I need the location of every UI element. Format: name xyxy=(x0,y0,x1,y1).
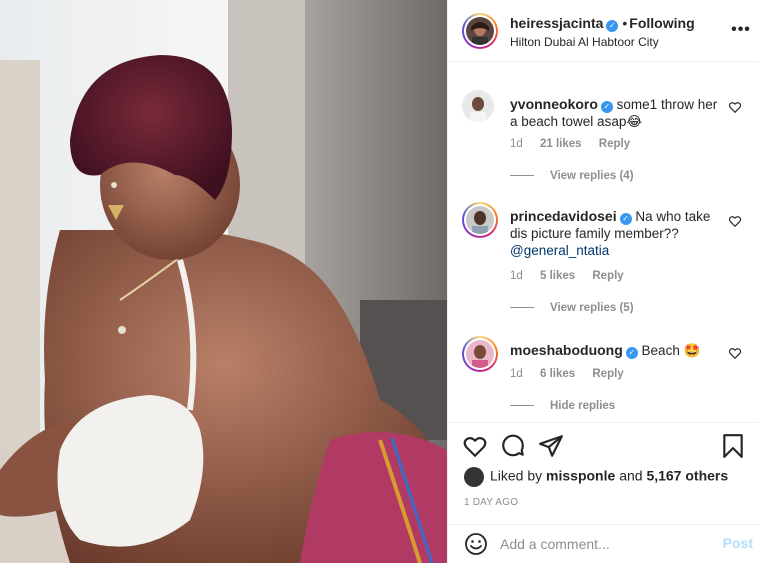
comment-body: Beach 🤩 xyxy=(641,343,701,358)
view-replies-label: View replies (5) xyxy=(550,302,634,314)
replies-line xyxy=(510,405,534,407)
share-paper-plane-icon[interactable] xyxy=(538,433,564,459)
post-location[interactable]: Hilton Dubai Al Habtoor City xyxy=(510,35,659,49)
likes-count-others[interactable]: 5,167 others xyxy=(646,468,728,484)
save-bookmark-icon[interactable] xyxy=(720,433,746,459)
like-heart-icon[interactable] xyxy=(462,433,488,459)
view-replies-label: View replies (4) xyxy=(550,170,634,182)
commenter-avatar[interactable] xyxy=(462,90,494,122)
liker-username[interactable]: missponle xyxy=(546,468,615,484)
comment-text: yvonneokoro ✓ some1 throw her a beach tow… xyxy=(510,96,720,130)
like-comment-heart-icon[interactable] xyxy=(728,346,742,360)
comment-time[interactable]: 1d xyxy=(510,270,523,282)
commenter-avatar[interactable] xyxy=(462,202,498,238)
author-username[interactable]: heiressjacinta xyxy=(510,15,603,31)
post-header: heiressjacinta ✓ • Following Hilton Dubai A… xyxy=(448,0,758,62)
commenter-avatar-image xyxy=(466,206,494,234)
liked-by-connector: and xyxy=(619,467,643,484)
post-photo[interactable] xyxy=(0,0,447,563)
comment-meta: 1d 21 likes Reply xyxy=(510,138,644,150)
commenter-username[interactable]: princedavidosei xyxy=(510,208,617,224)
add-comment-bar: Post xyxy=(448,524,758,563)
post-actions: Liked by missponle and 5,167 others 1 DA… xyxy=(448,422,758,534)
post-comment-button[interactable]: Post xyxy=(723,535,753,551)
comment-meta: 1d 6 likes Reply xyxy=(510,368,638,380)
photo-image xyxy=(0,0,447,563)
liked-by-prefix: Liked by xyxy=(490,467,543,484)
post-side-panel: heiressjacinta ✓ • Following Hilton Dubai A… xyxy=(447,0,758,563)
comment-time[interactable]: 1d xyxy=(510,138,523,150)
like-comment-heart-icon[interactable] xyxy=(728,214,742,228)
reply-button[interactable]: Reply xyxy=(592,368,623,380)
hide-replies-button[interactable]: Hide replies xyxy=(510,400,615,412)
author-avatar-image xyxy=(466,17,494,45)
comment-likes[interactable]: 6 likes xyxy=(540,368,575,380)
comment-time[interactable]: 1d xyxy=(510,368,523,380)
comment-meta: 1d 5 likes Reply xyxy=(510,270,638,282)
comment-text: princedavidosei ✓ Na who take dis picture… xyxy=(510,208,720,259)
view-replies-button[interactable]: View replies (4) xyxy=(510,170,634,182)
verified-badge-icon: ✓ xyxy=(619,213,632,225)
author-line: heiressjacinta ✓ • Following xyxy=(510,15,695,32)
verified-badge-icon: ✓ xyxy=(600,101,613,113)
comment-mention-link[interactable]: @general_ntatia xyxy=(510,243,609,258)
view-replies-button[interactable]: View replies (5) xyxy=(510,302,634,314)
emoji-smile-icon[interactable] xyxy=(464,532,488,556)
replies-line xyxy=(510,175,534,177)
comments-list[interactable]: yvonneokoro ✓ some1 throw her a beach tow… xyxy=(448,62,758,422)
hide-replies-label: Hide replies xyxy=(550,400,616,412)
comment-likes[interactable]: 21 likes xyxy=(540,138,582,150)
commenter-avatar-image xyxy=(462,90,494,122)
liked-by: Liked by missponle and 5,167 others xyxy=(464,467,728,487)
separator-dot: • xyxy=(622,15,628,31)
post-dialog: heiressjacinta ✓ • Following Hilton Dubai A… xyxy=(0,0,758,563)
comment-likes[interactable]: 5 likes xyxy=(540,270,575,282)
commenter-avatar[interactable] xyxy=(462,336,498,372)
add-comment-input[interactable] xyxy=(500,533,700,555)
reply-button[interactable]: Reply xyxy=(592,270,623,282)
commenter-avatar-image xyxy=(466,340,494,368)
more-horizontal-icon[interactable]: ••• xyxy=(731,20,751,40)
verified-badge-icon: ✓ xyxy=(625,347,638,359)
following-button[interactable]: Following xyxy=(629,15,694,31)
comment-bubble-icon[interactable] xyxy=(500,433,526,459)
verified-badge-icon: ✓ xyxy=(606,20,619,32)
reply-button[interactable]: Reply xyxy=(599,138,630,150)
replies-line xyxy=(510,307,534,309)
liker-avatar[interactable] xyxy=(464,467,484,487)
comment-text: moeshaboduong ✓ Beach 🤩 xyxy=(510,342,720,359)
commenter-username[interactable]: moeshaboduong xyxy=(510,342,623,358)
like-comment-heart-icon[interactable] xyxy=(728,100,742,114)
post-timestamp[interactable]: 1 DAY AGO xyxy=(464,497,518,508)
commenter-username[interactable]: yvonneokoro xyxy=(510,96,598,112)
author-avatar[interactable] xyxy=(462,13,498,49)
